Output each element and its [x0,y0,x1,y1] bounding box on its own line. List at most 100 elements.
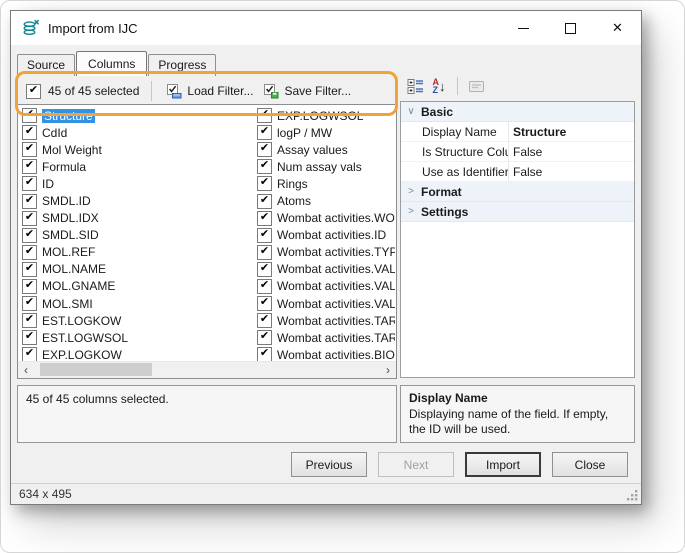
tab-source[interactable]: Source [17,54,75,76]
list-item[interactable]: EXP.LOGWSOL [257,107,395,124]
item-checkbox[interactable] [257,330,272,345]
item-checkbox[interactable] [257,313,272,328]
list-item[interactable]: SMDL.IDX [22,210,250,227]
select-all-checkbox[interactable] [26,84,41,99]
list-item[interactable]: Rings [257,175,395,192]
scroll-right-arrow-icon[interactable]: › [380,362,396,378]
item-checkbox[interactable] [257,262,272,277]
item-checkbox[interactable] [257,296,272,311]
list-item[interactable]: MOL.REF [22,244,250,261]
minimize-icon [518,28,529,29]
item-checkbox[interactable] [22,262,37,277]
item-checkbox[interactable] [257,211,272,226]
list-item[interactable]: Wombat activities.ID [257,227,395,244]
list-item[interactable]: MOL.GNAME [22,278,250,295]
list-item[interactable]: SMDL.ID [22,192,250,209]
item-checkbox[interactable] [257,176,272,191]
item-checkbox[interactable] [257,279,272,294]
item-checkbox[interactable] [22,108,37,123]
list-item[interactable]: Structure [22,107,250,124]
properties-tree: ∨ Basic Display Name Structure Is Struct… [400,101,635,378]
close-dialog-button[interactable]: Close [552,452,628,477]
item-checkbox[interactable] [257,125,272,140]
item-checkbox[interactable] [22,279,37,294]
horizontal-scrollbar[interactable]: ‹ › [18,361,396,378]
list-item[interactable]: EST.LOGWSOL [22,329,250,346]
save-filter-button[interactable]: Save Filter... [258,81,356,101]
maximize-icon [565,23,576,34]
item-checkbox[interactable] [22,194,37,209]
scrollbar-thumb[interactable] [40,363,152,376]
show-description-button-disabled[interactable] [464,75,488,97]
list-item[interactable]: Wombat activities.WOM [257,210,395,227]
item-checkbox[interactable] [22,159,37,174]
resize-grip[interactable] [626,489,639,502]
list-item[interactable]: logP / MW [257,124,395,141]
list-item[interactable]: Formula [22,158,250,175]
item-checkbox[interactable] [22,176,37,191]
tab-strip: Source Columns Progress [17,51,217,76]
list-item[interactable]: Wombat activities.TARG [257,312,395,329]
list-item[interactable]: ID [22,175,250,192]
close-button[interactable]: ✕ [594,11,641,45]
item-checkbox[interactable] [257,159,272,174]
categorized-view-icon [407,78,424,95]
item-checkbox[interactable] [257,142,272,157]
property-row: Is Structure Colu False [401,142,634,162]
list-item[interactable]: Wombat activities.TYPE [257,244,395,261]
description-title: Display Name [409,391,626,405]
list-item[interactable]: Atoms [257,192,395,209]
import-button[interactable]: Import [465,452,541,477]
list-item[interactable]: Wombat activities.VALUI [257,278,395,295]
import-dialog: Import from IJC ✕ Source Columns Progres… [10,10,642,505]
list-item[interactable]: Wombat activities.TARG [257,329,395,346]
categorized-view-button[interactable] [403,75,427,97]
item-checkbox[interactable] [22,211,37,226]
item-checkbox[interactable] [257,108,272,123]
minimize-button[interactable] [500,11,547,45]
sort-alphabetical-button[interactable]: A Z ↓ [427,75,451,97]
list-item[interactable]: CdId [22,124,250,141]
next-button[interactable]: Next [378,452,454,477]
close-icon: ✕ [612,20,623,36]
item-checkbox[interactable] [22,313,37,328]
item-checkbox[interactable] [22,245,37,260]
maximize-button[interactable] [547,11,594,45]
category-basic[interactable]: ∨ Basic [401,102,634,122]
property-value[interactable]: False [509,162,634,181]
tab-progress[interactable]: Progress [148,54,216,76]
list-item[interactable]: Mol Weight [22,141,250,158]
property-value[interactable]: False [509,142,634,161]
item-checkbox[interactable] [257,194,272,209]
list-item[interactable]: Num assay vals [257,158,395,175]
title-bar: Import from IJC ✕ [11,11,641,45]
tab-columns[interactable]: Columns [76,51,147,76]
item-checkbox[interactable] [22,228,37,243]
item-checkbox[interactable] [257,228,272,243]
list-item[interactable]: Assay values [257,141,395,158]
list-item[interactable]: MOL.SMI [22,295,250,312]
property-sheet-icon [468,78,485,95]
list-item[interactable]: Wombat activities.VALUI [257,261,395,278]
category-format[interactable]: > Format [401,182,634,202]
window-controls: ✕ [500,11,641,45]
property-row: Display Name Structure [401,122,634,142]
scroll-left-arrow-icon[interactable]: ‹ [18,362,34,378]
load-filter-button[interactable]: Load Filter... [161,81,258,101]
column-list: Structure CdId Mol Weight Formula ID SMD… [17,104,397,379]
list-item[interactable]: EST.LOGKOW [22,312,250,329]
item-checkbox[interactable] [22,296,37,311]
property-value[interactable]: Structure [509,122,634,141]
previous-button[interactable]: Previous [291,452,367,477]
category-settings[interactable]: > Settings [401,202,634,222]
list-item[interactable]: Wombat activities.VALUI [257,295,395,312]
scrollbar-track[interactable] [34,362,380,378]
list-item[interactable]: SMDL.SID [22,227,250,244]
item-checkbox[interactable] [22,125,37,140]
property-name: Is Structure Colu [401,142,509,161]
item-checkbox[interactable] [22,142,37,157]
item-checkbox[interactable] [257,245,272,260]
toolbar-separator [151,81,152,101]
item-checkbox[interactable] [22,330,37,345]
list-item[interactable]: MOL.NAME [22,261,250,278]
